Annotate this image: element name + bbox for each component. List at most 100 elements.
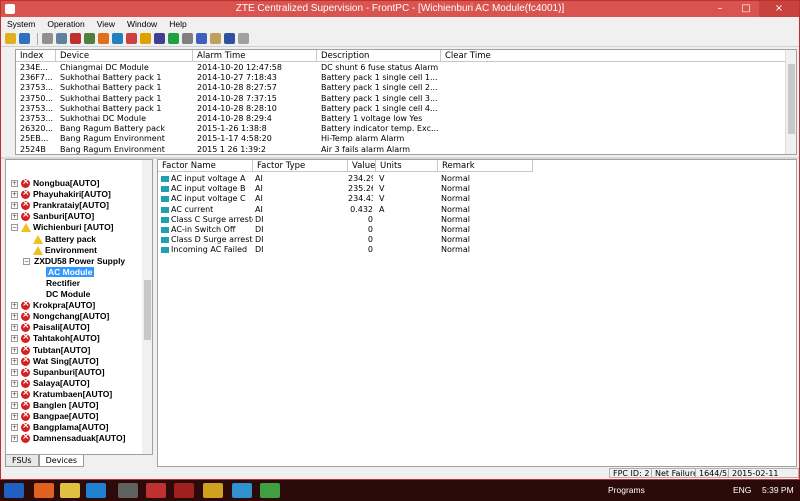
app-task-icon[interactable] [203, 483, 223, 498]
column-alarm-time[interactable]: Alarm Time [193, 50, 317, 62]
column-value[interactable]: Value [348, 160, 376, 172]
network-icon[interactable] [19, 33, 30, 44]
tree-item[interactable]: Bangpae[AUTO] [33, 411, 99, 422]
tab-fsus[interactable]: FSUs [5, 455, 39, 467]
title-bar[interactable]: ZTE Centralized Supervision - FrontPC - … [1, 1, 799, 17]
device-tree[interactable]: + Nongbua[AUTO] + Phayuhakiri[AUTO] + Prankra… [5, 159, 153, 455]
tree-item[interactable]: Wat Sing[AUTO] [33, 356, 99, 367]
help-icon[interactable] [224, 33, 235, 44]
table-row[interactable]: 23753... Sukhothai DC Module 2014-10-28 8:… [16, 114, 786, 124]
print-icon[interactable] [210, 33, 221, 44]
column-units[interactable]: Units [376, 160, 438, 172]
tree-item[interactable]: Salaya[AUTO] [33, 378, 90, 389]
expand-toggle[interactable]: + [11, 346, 18, 354]
settings-icon[interactable] [182, 33, 193, 44]
tree-item[interactable]: Nongchang[AUTO] [33, 311, 109, 322]
expand-toggle[interactable]: + [11, 180, 18, 187]
app-task-icon[interactable] [232, 483, 252, 498]
table-row[interactable]: AC current AI 0.432 A Normal [158, 205, 788, 215]
tree-item[interactable]: Tubtan[AUTO] [33, 345, 90, 356]
report-icon[interactable] [168, 33, 179, 44]
tree-item[interactable]: Rectifier [46, 278, 80, 289]
table-row[interactable]: 236F7... Sukhothai Battery pack 1 2014-10-… [16, 73, 786, 83]
search-icon[interactable] [42, 33, 53, 44]
refresh-icon[interactable] [98, 33, 109, 44]
monitor-icon[interactable] [56, 33, 67, 44]
column-description[interactable]: Description [317, 50, 441, 62]
tree-item[interactable]: Prankrataiy[AUTO] [33, 200, 109, 211]
tree-scrollbar[interactable] [142, 160, 152, 454]
flag-icon[interactable] [126, 33, 137, 44]
column-device[interactable]: Device [56, 50, 193, 62]
tree-item[interactable]: Wichienburi [AUTO] [33, 222, 114, 233]
expand-toggle[interactable]: + [11, 368, 18, 376]
tree-item[interactable]: Battery pack [45, 234, 96, 245]
programs-menu[interactable]: Programs [608, 480, 645, 501]
alarm-icon[interactable] [70, 33, 81, 44]
table-row[interactable]: AC input voltage A AI 234.290 V Normal [158, 174, 788, 184]
tree-item[interactable]: Sanburi[AUTO] [33, 211, 94, 222]
menu-help[interactable]: Help [169, 17, 186, 31]
table-row[interactable]: 25EB... Bang Ragum Environment 2015-1-17 4… [16, 134, 786, 144]
expand-toggle[interactable]: − [11, 224, 18, 232]
chart-icon[interactable] [154, 33, 165, 44]
expand-toggle[interactable]: + [11, 435, 18, 443]
cloud-icon[interactable] [112, 33, 123, 44]
tree-item[interactable]: Supanburi[AUTO] [33, 367, 105, 378]
expand-toggle[interactable]: + [11, 413, 18, 421]
tree-icon[interactable] [84, 33, 95, 44]
menu-window[interactable]: Window [127, 17, 157, 31]
expand-toggle[interactable]: + [11, 313, 18, 321]
tree-item[interactable]: DC Module [46, 289, 90, 300]
tree-item[interactable]: Kratumbaen[AUTO] [33, 389, 112, 400]
tree-item[interactable]: Damnensaduak[AUTO] [33, 433, 125, 444]
table-row[interactable]: AC input voltage B AI 235.262 V Normal [158, 184, 788, 194]
ie-icon[interactable] [86, 483, 106, 498]
column-clear-time[interactable]: Clear Time [441, 50, 786, 62]
expand-toggle[interactable]: + [11, 390, 18, 398]
table-row[interactable]: 23753... Sukhothai Battery pack 1 2014-10-… [16, 104, 786, 114]
table-row[interactable]: Class D Surge arrester ...DI 0 Normal [158, 235, 788, 245]
column-factor-name[interactable]: Factor Name [158, 160, 253, 172]
alarm-scrollbar[interactable] [785, 50, 796, 154]
expand-toggle[interactable]: + [11, 202, 18, 210]
save-icon[interactable] [196, 33, 207, 44]
expand-toggle[interactable]: + [11, 357, 18, 365]
app-task-icon[interactable] [146, 483, 166, 498]
language-indicator[interactable]: ENG [733, 480, 751, 501]
maximize-button[interactable]: □ [733, 1, 759, 17]
minimize-button[interactable]: – [707, 1, 733, 17]
app-task-icon[interactable] [174, 483, 194, 498]
close-button[interactable]: × [759, 1, 799, 17]
expand-toggle[interactable]: + [11, 324, 18, 332]
menu-operation[interactable]: Operation [47, 17, 84, 31]
tree-item[interactable]: Environment [45, 245, 97, 256]
lock-icon[interactable] [140, 33, 151, 44]
factor-table[interactable]: Factor Name Factor Type Value Units Rema… [157, 159, 797, 467]
terminal-icon[interactable] [118, 483, 138, 498]
table-row[interactable]: 234E... Chiangmai DC Module 2014-10-20 12:… [16, 63, 786, 73]
table-row[interactable]: 2524B Bang Ragum Environment 2015 1 26 1:3… [16, 145, 786, 154]
table-row[interactable]: Incoming AC Failed DI 0 Normal [158, 245, 788, 255]
tree-item[interactable]: Banglen [AUTO] [33, 400, 98, 411]
tree-item[interactable]: ZXDU58 Power Supply [34, 256, 125, 267]
key-icon[interactable] [5, 33, 16, 44]
column-index[interactable]: Index [16, 50, 56, 62]
scroll-thumb[interactable] [788, 64, 795, 134]
tree-item[interactable]: Krokpra[AUTO] [33, 300, 95, 311]
expand-toggle[interactable]: + [11, 191, 18, 199]
folder-icon[interactable] [60, 483, 80, 498]
expand-toggle[interactable]: + [11, 402, 18, 409]
tree-item[interactable]: Tahtakoh[AUTO] [33, 333, 100, 344]
app-task-icon[interactable] [260, 483, 280, 498]
table-row[interactable]: 23753... Sukhothai Battery pack 1 2014-10-… [16, 83, 786, 93]
expand-toggle[interactable]: + [11, 213, 18, 221]
expand-toggle[interactable]: + [11, 424, 18, 432]
alarm-table[interactable]: Index Device Alarm Time Description Clea… [15, 49, 797, 155]
table-row[interactable]: AC-in Switch Off DI 0 Normal [158, 225, 788, 235]
expand-toggle[interactable]: + [11, 379, 18, 387]
clock[interactable]: 5:39 PM [762, 480, 794, 501]
start-icon[interactable] [4, 483, 24, 498]
tree-item[interactable]: Nongbua[AUTO] [33, 178, 99, 189]
tab-devices[interactable]: Devices [38, 455, 85, 467]
